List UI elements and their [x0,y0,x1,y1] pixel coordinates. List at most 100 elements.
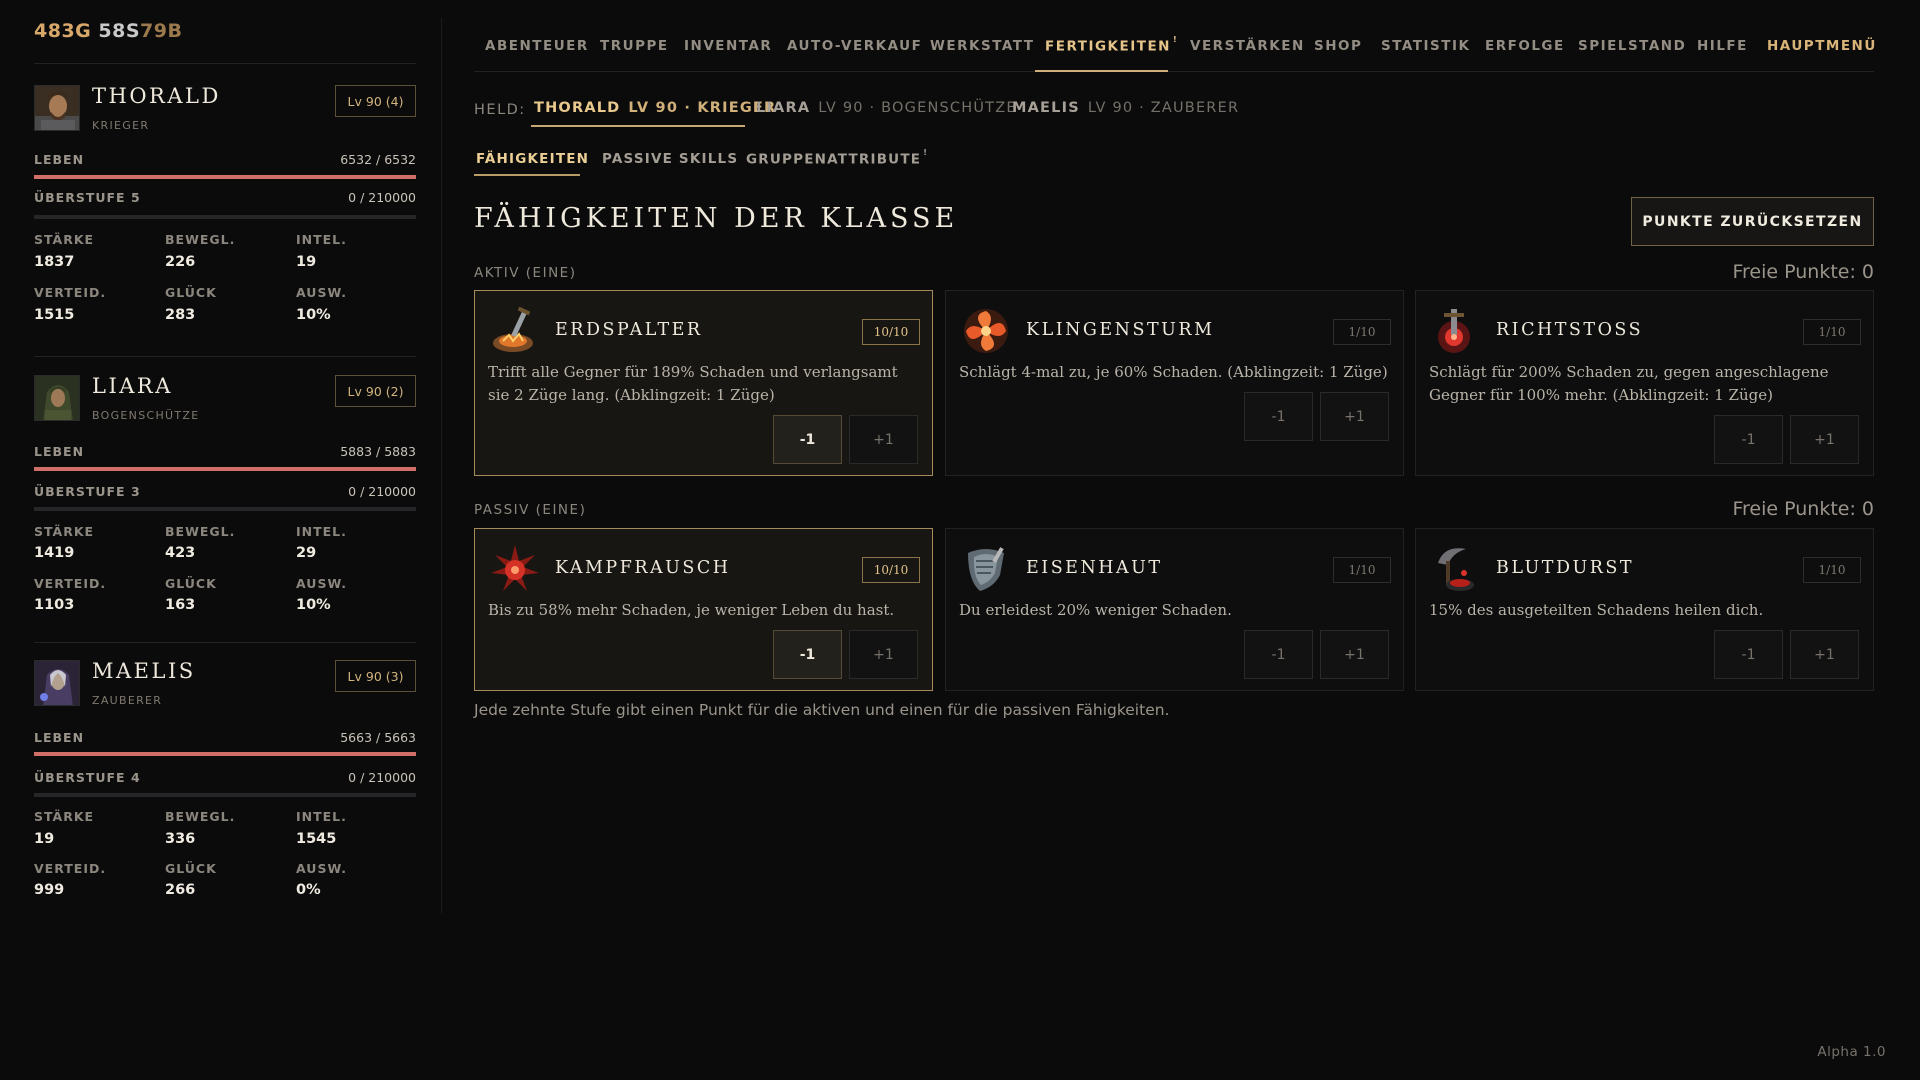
skill-description: Du erleidest 20% weniger Schaden. [959,601,1232,619]
nav-alert-badge: ! [1172,35,1179,44]
skill-plus-button[interactable]: +1 [1320,392,1389,441]
skill-minus-button[interactable]: -1 [1714,415,1783,464]
subtab-gruppenattribute-label: GRUPPENATTRIBUTE [746,151,922,168]
life-bar [34,175,416,179]
hero-tab-liara[interactable]: LIARA LV 90 · BOGENSCHÜTZE [756,100,1017,116]
skill-minus-button[interactable]: -1 [1244,630,1313,679]
skill-card-klingensturm: KLINGENSTURM 1/10 Schlägt 4-mal zu, je 6… [945,290,1404,476]
nav-erfolge[interactable]: ERFOLGE [1485,38,1565,54]
attr-label: VERTEID. [34,576,107,591]
gold-amount: 483G [34,20,92,42]
hero-tab-info: LV 90 · BOGENSCHÜTZE [818,100,1017,116]
divider [34,63,416,64]
bronze-amount: 79B [140,20,183,42]
nav-verstaerken[interactable]: VERSTÄRKEN [1190,38,1305,54]
attr-label: INTEL. [296,524,347,539]
life-bar-fill [34,752,416,756]
skill-card-kampfrausch: KAMPFRAUSCH 10/10 Bis zu 58% mehr Schade… [474,528,933,691]
party-sidebar: 483G 58S79B THORALD KRIEGER Lv 90 (4) LE… [34,0,416,912]
hero-portrait-maelis [34,660,80,706]
blood-scythe-icon [1430,543,1482,595]
nav-spielstand[interactable]: SPIELSTAND [1578,38,1686,54]
divider [34,642,416,643]
attr-value: 0% [296,882,321,898]
hero-tab-name: LIARA [756,100,811,116]
skill-plus-button[interactable]: +1 [1790,415,1859,464]
section-label-active: AKTIV (EINE) [474,265,577,281]
skill-footnote: Jede zehnte Stufe gibt einen Punkt für d… [474,701,1170,719]
skill-description: 15% des ausgeteilten Schadens heilen dic… [1429,601,1764,619]
subtab-passive-skills[interactable]: PASSIVE SKILLS [602,151,738,167]
attr-value: 266 [165,882,196,898]
skill-minus-button[interactable]: -1 [1244,392,1313,441]
subtab-alert-badge: ! [923,148,929,157]
divider [34,356,416,357]
section-label-passive: PASSIV (EINE) [474,502,587,518]
nav-hauptmenue[interactable]: HAUPTMENÜ [1767,38,1877,54]
xp-bar [34,793,416,797]
life-bar-fill [34,175,416,179]
nav-fertigkeiten[interactable]: FERTIGKEITEN! [1045,35,1179,55]
overlevel-label: ÜBERSTUFE 5 [34,190,141,205]
blade-vortex-icon [960,305,1012,357]
attr-label: STÄRKE [34,232,95,247]
nav-inventar[interactable]: INVENTAR [684,38,772,54]
hero-class: ZAUBERER [92,694,163,707]
life-label: LEBEN [34,730,85,745]
nav-hilfe[interactable]: HILFE [1697,38,1748,54]
nav-shop[interactable]: SHOP [1314,38,1362,54]
attr-value: 10% [296,597,331,613]
hero-portrait-liara [34,375,80,421]
hero-tab-thorald[interactable]: THORALD LV 90 · KRIEGER [534,100,776,116]
skill-minus-button[interactable]: -1 [773,415,842,464]
nav-abenteuer[interactable]: ABENTEUER [485,38,589,54]
life-value: 5883 / 5883 [340,444,416,459]
currency-display: 483G 58S79B [34,20,182,42]
subtab-gruppenattribute[interactable]: GRUPPENATTRIBUTE! [746,148,929,168]
attr-value: 29 [296,545,317,561]
hero-class: BOGENSCHÜTZE [92,409,200,422]
hero-tab-info: LV 90 · KRIEGER [628,100,777,116]
nav-statistik[interactable]: STATISTIK [1381,38,1470,54]
reset-points-button[interactable]: PUNKTE ZURÜCKSETZEN [1631,197,1874,246]
hero-tab-name: MAELIS [1012,100,1080,116]
attr-label: GLÜCK [165,861,217,876]
hero-tab-underline [531,125,745,127]
hero-class: KRIEGER [92,119,150,132]
skill-description: Schlägt für 200% Schaden zu, gegen anges… [1429,363,1829,404]
skill-plus-button[interactable]: +1 [1320,630,1389,679]
skill-minus-button[interactable]: -1 [1714,630,1783,679]
skill-plus-button[interactable]: +1 [1790,630,1859,679]
skill-name: ERDSPALTER [555,320,703,340]
hero-tab-maelis[interactable]: MAELIS LV 90 · ZAUBERER [1012,100,1239,116]
skill-rank: 1/10 [1333,319,1391,345]
overlevel-xp: 0 / 210000 [348,770,416,785]
skill-plus-button[interactable]: +1 [849,415,918,464]
skill-rank: 1/10 [1333,557,1391,583]
attr-value: 1103 [34,597,75,613]
xp-bar [34,507,416,511]
skill-rank: 10/10 [862,557,920,583]
skill-rank: 1/10 [1803,557,1861,583]
life-label: LEBEN [34,444,85,459]
skill-rank: 1/10 [1803,319,1861,345]
hero-select-label: HELD: [474,102,526,118]
nav-truppe[interactable]: TRUPPE [600,38,669,54]
skill-description: Trifft alle Gegner für 189% Schaden und … [488,363,898,404]
skill-description: Bis zu 58% mehr Schaden, je weniger Lebe… [488,601,895,619]
nav-auto-verkauf[interactable]: AUTO-VERKAUF [787,38,922,54]
skill-plus-button[interactable]: +1 [849,630,918,679]
subtab-faehigkeiten[interactable]: FÄHIGKEITEN [476,151,589,167]
skill-name: KAMPFRAUSCH [555,558,731,578]
level-badge: Lv 90 (4) [335,85,416,117]
free-points-active: Freie Punkte: 0 [1732,261,1874,283]
level-badge: Lv 90 (3) [335,660,416,692]
silver-amount: 58S [98,20,141,42]
free-points-passive: Freie Punkte: 0 [1732,498,1874,520]
subtab-underline [474,174,580,176]
life-bar-fill [34,467,416,471]
attr-label: STÄRKE [34,809,95,824]
skill-minus-button[interactable]: -1 [773,630,842,679]
nav-werkstatt[interactable]: WERKSTATT [930,38,1034,54]
life-label: LEBEN [34,152,85,167]
